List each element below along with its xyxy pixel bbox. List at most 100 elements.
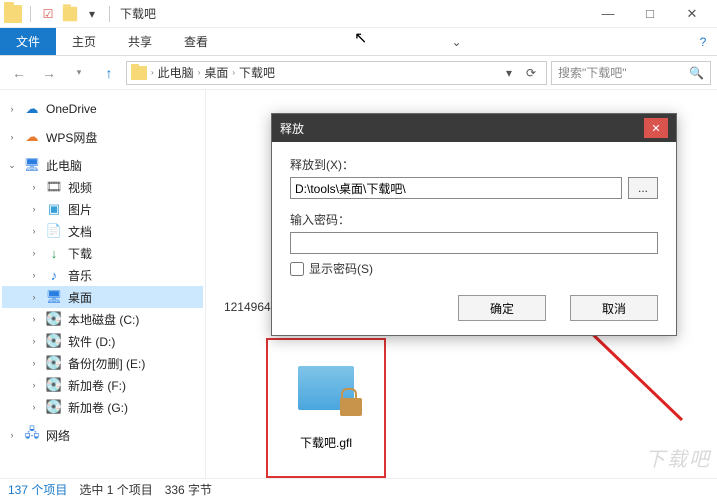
chevron-down-icon: ⌄: [6, 160, 18, 171]
extract-path-input[interactable]: [290, 177, 622, 199]
sidebar-item[interactable]: ›📄文档: [2, 220, 203, 242]
ribbon-tab-home[interactable]: 主页: [56, 28, 112, 55]
drive-icon: 💽: [46, 399, 62, 415]
sidebar-item-wps[interactable]: › ☁ WPS网盘: [2, 126, 203, 148]
quick-access-toolbar: ☑ ▾: [4, 5, 114, 23]
sidebar-item-label: 新加卷 (G:): [68, 399, 128, 416]
search-placeholder: 搜索"下载吧": [558, 64, 627, 81]
drive-icon: 🖥: [46, 289, 62, 305]
separator: [109, 6, 110, 22]
nav-forward-button[interactable]: →: [36, 60, 62, 86]
sidebar-item-thispc[interactable]: ⌄ 🖥 此电脑: [2, 154, 203, 176]
nav-sidebar: › ☁ OneDrive › ☁ WPS网盘 ⌄ 🖥 此电脑 ›🎞视频›▣图片›…: [0, 90, 206, 478]
chevron-right-icon: ›: [28, 226, 40, 236]
status-selection: 选中 1 个项目: [79, 481, 152, 498]
sidebar-item[interactable]: › 💽 新加卷 (G:): [2, 396, 203, 418]
refresh-icon[interactable]: ⟳: [520, 66, 542, 80]
extract-dialog: 释放 ✕ 释放到(X)： ... 输入密码： 显示密码(S) 确定 取消: [271, 113, 677, 336]
sidebar-item[interactable]: ›♪音乐: [2, 264, 203, 286]
chevron-right-icon: ›: [28, 336, 40, 346]
selected-file-item[interactable]: 下载吧.gfl: [266, 338, 386, 478]
sidebar-item-label: 新加卷 (F:): [68, 377, 126, 394]
sidebar-item[interactable]: ›💽本地磁盘 (C:): [2, 308, 203, 330]
sidebar-item-label: 本地磁盘 (C:): [68, 311, 139, 328]
ribbon-expand-icon[interactable]: ⌄: [443, 28, 471, 55]
drive-icon: 📄: [46, 223, 62, 239]
sidebar-item[interactable]: ›💽软件 (D:): [2, 330, 203, 352]
folder-icon: [4, 5, 22, 23]
sidebar-item[interactable]: ›💽新加卷 (F:): [2, 374, 203, 396]
address-dropdown-icon[interactable]: ▾: [498, 66, 520, 80]
sidebar-item[interactable]: ›↓下载: [2, 242, 203, 264]
chevron-right-icon: ›: [28, 380, 40, 390]
show-password-label: 显示密码(S): [309, 260, 373, 277]
sidebar-item[interactable]: › 🎞 视频: [2, 176, 203, 198]
dialog-titlebar[interactable]: 释放 ✕: [272, 114, 676, 142]
show-password-checkbox[interactable]: [290, 262, 304, 276]
sidebar-item-label: 图片: [68, 201, 92, 218]
minimize-button[interactable]: —: [587, 0, 629, 28]
sidebar-item-label: 此电脑: [46, 157, 82, 174]
sidebar-item-label: 备份[勿删] (E:): [68, 355, 145, 372]
chevron-right-icon: ›: [28, 402, 40, 412]
chevron-right-icon: ›: [28, 204, 40, 214]
sidebar-item-network[interactable]: › 🖧 网络: [2, 424, 203, 446]
ribbon-file-tab[interactable]: 文件: [0, 28, 56, 55]
sidebar-item-label: 软件 (D:): [68, 333, 115, 350]
chevron-right-icon: ›: [198, 68, 201, 77]
folder-icon: [131, 66, 147, 80]
drive-icon: ↓: [46, 245, 62, 261]
close-button[interactable]: ✕: [671, 0, 713, 28]
ribbon-help-icon[interactable]: ?: [689, 28, 717, 55]
chevron-right-icon: ›: [28, 358, 40, 368]
qat-check-icon[interactable]: ☑: [39, 5, 57, 23]
drive-icon: 💽: [46, 355, 62, 371]
nav-back-button[interactable]: ←: [6, 60, 32, 86]
locked-folder-icon: [298, 366, 354, 410]
chevron-right-icon: ›: [6, 104, 18, 114]
sidebar-item[interactable]: › 💽 备份[勿删] (E:): [2, 352, 203, 374]
maximize-button[interactable]: □: [629, 0, 671, 28]
search-icon: 🔍: [689, 66, 704, 80]
drive-icon: 🎞: [46, 179, 62, 195]
breadcrumb[interactable]: 此电脑: [158, 64, 194, 81]
dialog-close-button[interactable]: ✕: [644, 118, 668, 138]
status-size: 336 字节: [165, 481, 212, 498]
ribbon-tab-share[interactable]: 共享: [112, 28, 168, 55]
chevron-right-icon: ›: [232, 68, 235, 77]
sidebar-item-label: 桌面: [68, 289, 92, 306]
chevron-right-icon: ›: [28, 182, 40, 192]
breadcrumb[interactable]: 桌面: [204, 64, 228, 81]
cancel-button[interactable]: 取消: [570, 295, 658, 321]
sidebar-item[interactable]: › ▣ 图片: [2, 198, 203, 220]
nav-history-dropdown[interactable]: ▾: [66, 60, 92, 86]
extract-to-label: 释放到(X)：: [290, 156, 658, 173]
sidebar-item-label: 网络: [46, 427, 70, 444]
sidebar-item[interactable]: › 🖥 桌面: [2, 286, 203, 308]
drive-icon: 💽: [46, 311, 62, 327]
address-box[interactable]: › 此电脑 › 桌面 › 下载吧 ▾ ⟳: [126, 61, 547, 85]
chevron-right-icon: ›: [151, 68, 154, 77]
ribbon-tab-view[interactable]: 查看: [168, 28, 224, 55]
nav-up-button[interactable]: ↑: [96, 60, 122, 86]
window-titlebar: ☑ ▾ 下载吧 — □ ✕: [0, 0, 717, 28]
search-input[interactable]: 搜索"下载吧" 🔍: [551, 61, 711, 85]
drive-icon: ▣: [46, 201, 62, 217]
nav-tree: › ☁ OneDrive › ☁ WPS网盘 ⌄ 🖥 此电脑 ›🎞视频›▣图片›…: [2, 98, 203, 446]
password-input[interactable]: [290, 232, 658, 254]
browse-button[interactable]: ...: [628, 177, 658, 199]
folder-icon: [63, 6, 77, 20]
chevron-right-icon: ›: [28, 248, 40, 258]
breadcrumb[interactable]: 下载吧: [239, 64, 275, 81]
sidebar-item-onedrive[interactable]: › ☁ OneDrive: [2, 98, 203, 120]
sidebar-item-label: 视频: [68, 179, 92, 196]
ok-button[interactable]: 确定: [458, 295, 546, 321]
ribbon: 文件 主页 共享 查看 ⌄ ?: [0, 28, 717, 56]
sidebar-item-label: WPS网盘: [46, 129, 97, 146]
qat-dropdown-icon[interactable]: ▾: [83, 5, 101, 23]
address-bar: ← → ▾ ↑ › 此电脑 › 桌面 › 下载吧 ▾ ⟳ 搜索"下载吧" 🔍: [0, 56, 717, 90]
chevron-right-icon: ›: [28, 292, 40, 302]
chevron-right-icon: ›: [6, 132, 18, 142]
network-icon: 🖧: [24, 427, 40, 443]
cloud-icon: ☁: [24, 101, 40, 117]
